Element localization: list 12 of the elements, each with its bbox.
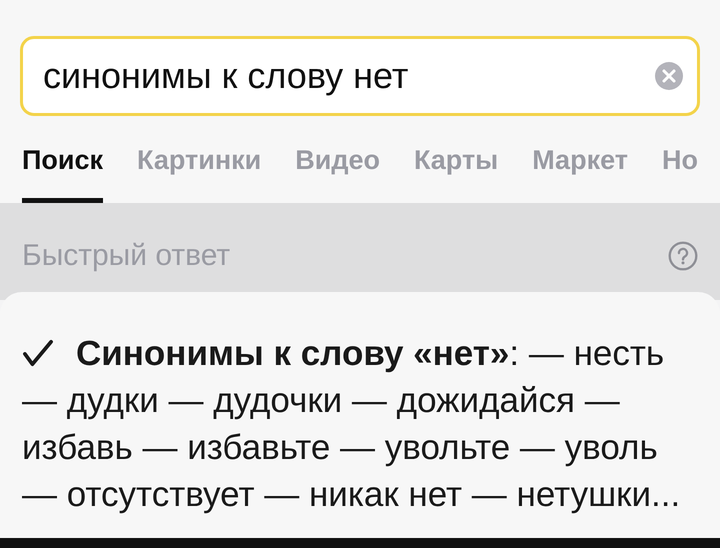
help-icon[interactable]	[668, 241, 698, 271]
tab[interactable]: Карты	[414, 140, 498, 203]
check-icon	[22, 339, 54, 367]
tab[interactable]: Но	[662, 140, 698, 203]
clear-icon[interactable]	[655, 62, 683, 90]
search-bar[interactable]: синонимы к слову нет	[20, 36, 700, 116]
tab[interactable]: Маркет	[532, 140, 628, 203]
tab[interactable]: Видео	[295, 140, 380, 203]
tab[interactable]: Картинки	[137, 140, 262, 203]
search-input[interactable]: синонимы к слову нет	[43, 55, 655, 97]
answer-text: Синонимы к слову «нет»: — несть — дудки — дудочки — дожидайся — избавь — избавьте — увольте — уволь — отсутствует — никак нет — нетушки...	[22, 333, 682, 516]
section-title: Быстрый ответ	[22, 239, 230, 273]
